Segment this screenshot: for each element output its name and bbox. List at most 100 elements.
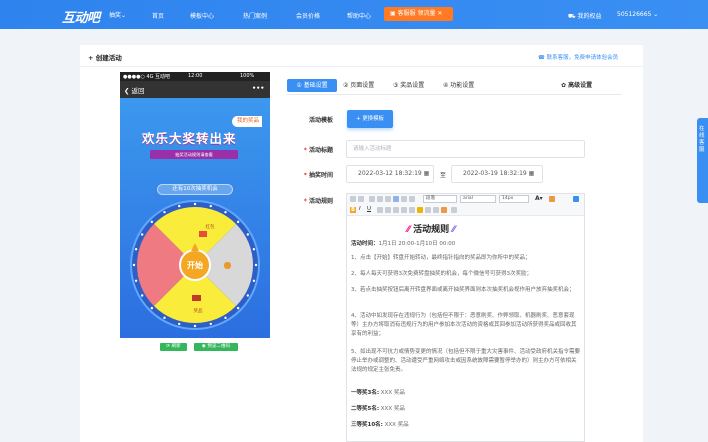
refresh-button[interactable]: ⟳ 刷新 [160, 343, 187, 351]
rules-label-text: 活动规则 [308, 198, 333, 205]
prize-line: 一等奖3名: XXX 奖品 [351, 389, 581, 398]
underline-icon[interactable]: U [367, 206, 371, 212]
calendar-icon: ▦ [526, 170, 535, 177]
wheel-label: 红包 [206, 223, 215, 230]
align-justify-icon[interactable] [393, 196, 399, 202]
lottery-subtitle: 抽奖活动规则请查看 [150, 150, 238, 159]
table-icon[interactable] [409, 207, 415, 213]
ordered-list-icon[interactable] [393, 207, 399, 213]
tab-feature-settings[interactable]: ④ 功能设置 [443, 79, 474, 92]
link-icon[interactable] [401, 207, 407, 213]
close-icon[interactable]: ✕ [436, 10, 442, 17]
video-icon[interactable] [433, 207, 439, 213]
start-time-value: 2022-03-12 18:32:19 [358, 170, 422, 177]
indent-icon[interactable] [401, 196, 407, 202]
title-input[interactable]: 请输入活动标题 [346, 140, 585, 158]
site-logo[interactable]: 互动吧 [62, 7, 100, 26]
promo-badge[interactable]: ▣ 客服服 领流量 ✕ [384, 7, 453, 21]
change-template-button[interactable]: + 更换模板 [347, 110, 393, 128]
headset-icon: ☎ [538, 55, 547, 61]
rules-editor[interactable]: 段落 arial 14px A▾ B I U ⁄⁄ 活动规则 ⁄⁄ 活动时间：1… [346, 193, 585, 442]
nav-item-templates[interactable]: 模板中心 [190, 11, 214, 20]
nav-item-help[interactable]: 帮助中心 [347, 11, 371, 20]
rim-dot [150, 220, 154, 224]
rim-dot [252, 279, 256, 282]
prize-wheel[interactable]: 开始 红包 奖品 [130, 200, 260, 330]
rules-label: * 活动规则 [273, 196, 333, 205]
phone-nav-bar: ❮ 返回 ••• [120, 81, 270, 98]
time-label-text: 抽奖时间 [308, 172, 333, 179]
change-template-label: 更换模板 [362, 116, 384, 122]
back-button[interactable]: ❮ 返回 [124, 85, 145, 95]
phone-status-bar: ●●●●○ 4G 互动吧 12:00 100% [120, 72, 270, 81]
help-link[interactable]: ☎ 联系客服，免费申请体验会员 [538, 53, 618, 61]
align-center-icon[interactable] [377, 196, 383, 202]
wheel-label: 奖品 [194, 307, 203, 314]
paragraph-select[interactable]: 段落 [423, 195, 457, 203]
chevron-down-icon: ⌄ [121, 12, 127, 19]
font-select[interactable]: arial [460, 195, 496, 203]
city-label: 抽奖 [109, 12, 122, 19]
rim-dot [246, 294, 250, 297]
city-selector[interactable]: 抽奖⌄ [109, 10, 126, 19]
start-time-input[interactable]: 2022-03-12 18:32:19 ▦ [346, 165, 434, 183]
image-icon[interactable] [425, 207, 431, 213]
align-left-icon[interactable] [369, 196, 375, 202]
nav-item-cases[interactable]: 热门案例 [243, 11, 267, 20]
tab-prize-settings[interactable]: ③ 奖品设置 [393, 79, 424, 92]
undo-icon[interactable] [350, 196, 356, 202]
rim-dot [134, 248, 138, 251]
fullscreen-icon[interactable] [573, 196, 579, 202]
start-button-label[interactable]: 开始 [187, 260, 203, 270]
emoji-icon[interactable] [417, 207, 423, 213]
bold-icon[interactable]: B [350, 207, 356, 213]
side-tab-label: 在线客服 [699, 126, 705, 153]
user-menu[interactable]: 505126665 ⌄ [617, 11, 658, 18]
tab-divider [287, 94, 622, 95]
end-time-input[interactable]: 2022-03-19 18:32:19 ▦ [451, 165, 543, 183]
time-value: 1月1日 20:00-1月10日 00:00 [378, 241, 456, 247]
rim-dot [252, 248, 256, 251]
side-service-tab[interactable]: 在线客服 [697, 118, 708, 203]
rules-paragraph: 2、每人每天可获得3次免费转盘抽奖的机会，每个微信号可获得3次奖励； [351, 271, 533, 277]
my-rights-link[interactable]: ⛟ 我的权益 [568, 11, 601, 21]
nav-item-pricing[interactable]: 会员价格 [296, 11, 320, 20]
end-time-value: 2022-03-19 18:32:19 [463, 170, 527, 177]
strikethrough-icon[interactable] [377, 207, 383, 213]
phone-time: 12:00 [188, 73, 203, 79]
paint-icon[interactable] [441, 207, 447, 213]
redo-icon[interactable] [358, 196, 364, 202]
font-color-icon[interactable]: A▾ [535, 195, 543, 202]
tab-basic-settings[interactable]: ① 基础设置 [287, 79, 337, 92]
rules-paragraph: 1、点击【开始】转盘开始转动，最终指针指向的奖品即为你所中的奖品； [351, 255, 531, 261]
chevron-left-icon: ❮ [124, 87, 132, 95]
align-right-icon[interactable] [385, 196, 391, 202]
rules-title: ⁄⁄ 活动规则 ⁄⁄ [407, 222, 455, 235]
divider [80, 66, 643, 67]
to-label: 至 [440, 172, 447, 179]
rim-dot [209, 322, 212, 326]
lottery-title: 欢乐大奖转出来 [142, 131, 237, 146]
back-label: 返回 [131, 87, 145, 95]
preview-qr-button[interactable]: ◉ 预览二维码 [194, 343, 238, 351]
italic-icon[interactable]: I [359, 206, 361, 212]
advanced-settings[interactable]: ✿ 高级设置 [561, 79, 592, 92]
list-icon[interactable] [385, 207, 391, 213]
highlight-icon[interactable] [549, 196, 555, 202]
prize-name: 二等奖5名: [351, 406, 380, 412]
tab-page-settings[interactable]: ② 页面设置 [343, 79, 374, 92]
gift-icon [199, 231, 207, 237]
rim-dot [150, 306, 154, 310]
size-select[interactable]: 14px [499, 195, 529, 203]
my-prize-button[interactable]: 我的奖品 [232, 116, 263, 127]
more-icon[interactable]: ••• [252, 84, 264, 92]
phone-preview: ●●●●○ 4G 互动吧 12:00 100% ❮ 返回 ••• 我的奖品 欢乐… [120, 72, 270, 338]
rim-dot [193, 324, 197, 328]
chevron-down-icon: ⌄ [651, 11, 659, 18]
rim-dot [236, 220, 240, 224]
wheel-svg: 开始 红包 奖品 [130, 200, 260, 330]
search-icon[interactable] [451, 207, 457, 213]
editor-toolbar-row2: B I U [347, 205, 584, 216]
outdent-icon[interactable] [409, 196, 415, 202]
nav-item-home[interactable]: 首页 [152, 11, 164, 20]
